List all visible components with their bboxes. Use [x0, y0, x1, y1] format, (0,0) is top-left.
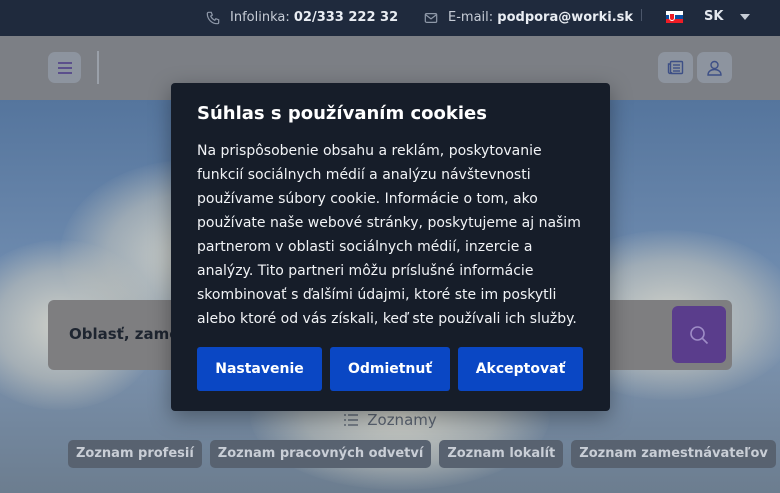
- hotline-label: Infolinka:: [230, 10, 290, 25]
- user-icon: [707, 60, 722, 76]
- header-divider: [97, 51, 99, 84]
- email-address[interactable]: podpora@worki.sk: [497, 10, 633, 25]
- top-info-bar: Infolinka: 02/333 222 32 E-mail: podpora…: [0, 0, 780, 36]
- cookie-reject-button[interactable]: Odmietnuť: [330, 347, 450, 391]
- topbar-divider: [641, 9, 642, 21]
- email-info[interactable]: E-mail: podpora@worki.sk: [424, 10, 633, 25]
- hamburger-menu-icon: [57, 61, 72, 74]
- slovak-flag-icon: [666, 10, 683, 23]
- cookie-accept-button[interactable]: Akceptovať: [458, 347, 583, 391]
- language-label: SK: [704, 9, 724, 24]
- news-button[interactable]: [658, 52, 693, 83]
- search-icon: [690, 325, 709, 344]
- chip-locations[interactable]: Zoznam lokalít: [439, 440, 564, 468]
- caret-down-icon: [740, 13, 751, 20]
- cookie-consent-dialog: Súhlas s používaním cookies Na prispôsob…: [171, 83, 610, 411]
- lists-chips: Zoznam profesií Zoznam pracovných odvetv…: [68, 440, 780, 468]
- envelope-icon: [424, 12, 438, 23]
- phone-icon: [206, 11, 220, 24]
- search-button[interactable]: [672, 306, 726, 363]
- cookie-dialog-text: Na prispôsobenie obsahu a reklám, poskyt…: [197, 143, 581, 327]
- chip-professions[interactable]: Zoznam profesií: [68, 440, 202, 468]
- list-icon: [344, 414, 359, 426]
- hotline-info[interactable]: Infolinka: 02/333 222 32: [206, 10, 398, 25]
- hotline-number[interactable]: 02/333 222 32: [294, 10, 398, 25]
- account-button[interactable]: [697, 52, 732, 83]
- language-selector[interactable]: SK: [666, 9, 751, 24]
- lists-heading-label: Zoznamy: [367, 411, 437, 429]
- cookie-settings-button[interactable]: Nastavenie: [197, 347, 322, 391]
- menu-button[interactable]: [48, 52, 81, 83]
- newspaper-icon: [667, 60, 684, 75]
- email-label: E-mail:: [448, 10, 494, 25]
- chip-industries[interactable]: Zoznam pracovných odvetví: [209, 440, 432, 468]
- cookie-dialog-title: Súhlas s používaním cookies: [197, 103, 487, 124]
- chip-employers[interactable]: Zoznam zamestnávateľov: [571, 440, 776, 468]
- lists-heading: Zoznamy: [0, 411, 780, 429]
